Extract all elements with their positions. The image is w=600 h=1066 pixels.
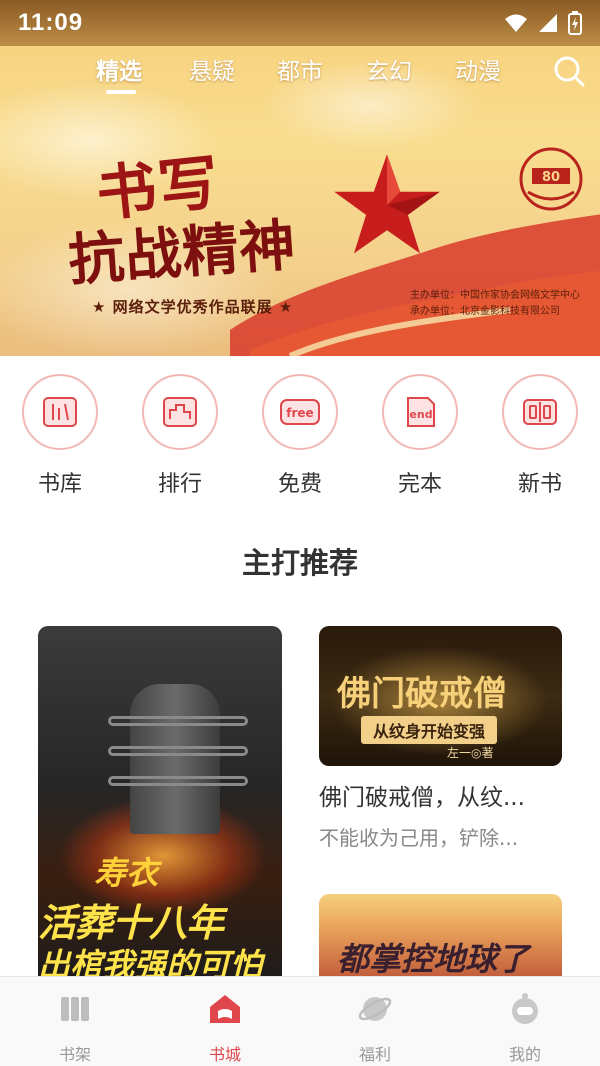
library-icon [43, 397, 77, 427]
shortcut-new-book[interactable]: 新书 [490, 374, 590, 498]
featured-book-cover[interactable]: 寿衣 活葬十八年 出棺我强的可怕 [38, 626, 282, 986]
shortcut-ranking-label: 排行 [157, 472, 202, 497]
banner-subtitle: ★ 网络文学优秀作品联展 ★ [92, 298, 294, 316]
shortcut-library-label: 书库 [37, 472, 82, 497]
tab-anime[interactable]: 动漫 [455, 52, 501, 86]
red-star-icon [334, 154, 440, 254]
cover-chain [108, 776, 248, 786]
status-bar: 11:09 [0, 0, 600, 46]
tab-suspense[interactable]: 悬疑 [189, 52, 235, 86]
cover-subtitle: 从纹身开始变强 [361, 716, 498, 744]
cover-author: 左一◎著 [447, 746, 494, 760]
nav-bookshelf-label: 书架 [58, 1045, 91, 1064]
shortcut-ranking[interactable]: 排行 [130, 374, 230, 498]
cover-chain [108, 716, 248, 726]
shortcut-free-ring: free [262, 374, 338, 450]
banner-organizers: 主办单位：中国作家协会网络文学中心 承办单位：北京金影科技有限公司 [410, 288, 580, 320]
finished-icon-text: end [409, 408, 432, 421]
shortcut-ranking-ring [142, 374, 218, 450]
signal-icon [539, 14, 557, 32]
profile-icon [512, 993, 538, 1024]
category-tabs: 精选 悬疑 都市 玄幻 动漫 [0, 52, 600, 100]
shortcut-finished[interactable]: end 完本 [370, 374, 470, 498]
badge-number: 80 [542, 170, 560, 185]
banner-title-line2: 抗战精神 [66, 212, 299, 294]
book-cover-third[interactable]: 都掌控地球了 [319, 894, 562, 980]
nav-profile-label: 我的 [508, 1045, 541, 1064]
active-tab-indicator [106, 90, 136, 94]
cover-text-line2: 活葬十八年 [38, 901, 224, 945]
cover-title: 佛门破戒僧 [337, 674, 507, 714]
shortcut-new-book-label: 新书 [517, 472, 562, 497]
status-time: 11:09 [18, 9, 84, 36]
nav-bookstore-label: 书城 [208, 1045, 241, 1064]
nav-welfare[interactable]: 福利 [325, 991, 425, 1065]
finished-icon: end [407, 397, 435, 427]
category-shortcuts: 书库 排行 free 免费 end 完本 新书 [0, 374, 600, 504]
shortcut-new-book-ring [502, 374, 578, 450]
bookstore-icon [210, 995, 240, 1023]
bookshelf-icon [61, 997, 89, 1021]
tab-fantasy[interactable]: 玄幻 [366, 52, 412, 86]
book-title[interactable]: 佛门破戒僧，从纹... [319, 778, 525, 812]
cover-title: 都掌控地球了 [337, 940, 530, 978]
nav-bookshelf[interactable]: 书架 [25, 991, 125, 1065]
nav-bookstore[interactable]: 书城 [175, 991, 275, 1065]
new-book-icon [523, 399, 557, 425]
battery-icon [568, 11, 582, 35]
status-icons [504, 11, 582, 35]
banner-organizer: 主办单位：中国作家协会网络文学中心 [410, 290, 580, 301]
planet-icon [358, 997, 392, 1021]
book-cover-second[interactable]: 佛门破戒僧 从纹身开始变强 左一◎著 [319, 626, 562, 766]
book-description: 不能收为己用，铲除... [319, 826, 519, 850]
wifi-icon [505, 14, 527, 32]
section-title: 主打推荐 [241, 546, 358, 580]
bottom-nav: 书架 书城 福利 我的 [0, 976, 600, 1066]
cover-chain [108, 746, 248, 756]
banner-co-organizer: 承办单位：北京金影科技有限公司 [410, 306, 560, 317]
nav-profile[interactable]: 我的 [475, 991, 575, 1065]
shortcut-finished-label: 完本 [397, 472, 442, 497]
ranking-icon [163, 397, 197, 427]
shortcut-library-ring [22, 374, 98, 450]
shortcut-free[interactable]: free 免费 [250, 374, 350, 498]
anniversary-badge-icon: 80 [519, 147, 583, 211]
tab-featured[interactable]: 精选 [96, 52, 142, 86]
shortcut-library[interactable]: 书库 [10, 374, 110, 498]
cover-text-line1: 寿衣 [94, 854, 159, 892]
tab-urban[interactable]: 都市 [277, 52, 323, 86]
nav-welfare-label: 福利 [358, 1045, 391, 1064]
free-icon: free [280, 399, 320, 425]
shortcut-free-label: 免费 [277, 472, 322, 497]
shortcut-finished-ring: end [382, 374, 458, 450]
search-icon[interactable] [552, 54, 586, 88]
cover-coffin [130, 684, 220, 834]
free-icon-text: free [286, 406, 313, 420]
